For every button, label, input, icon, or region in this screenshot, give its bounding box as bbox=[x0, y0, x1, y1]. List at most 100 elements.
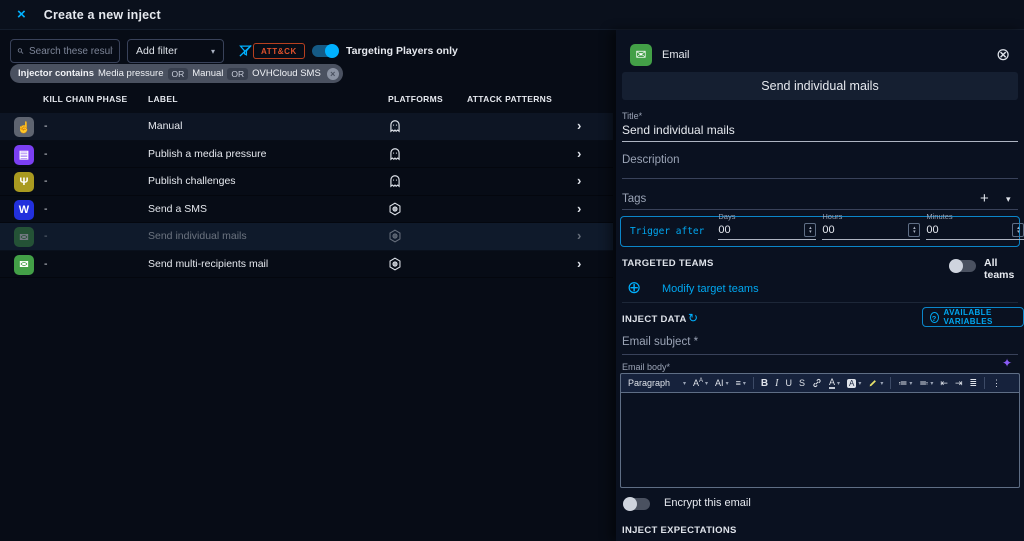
minutes-stepper[interactable]: ▴▾ bbox=[1012, 223, 1024, 237]
title-field-label: Title* bbox=[622, 111, 642, 121]
paragraph-style-select[interactable]: Paragraph▾ bbox=[625, 378, 689, 388]
search-icon bbox=[17, 45, 24, 57]
close-drawer-icon[interactable]: ⊗ bbox=[996, 45, 1010, 65]
ovhcloud-sms-injector-icon: W bbox=[14, 200, 34, 220]
minutes-input[interactable] bbox=[926, 224, 1012, 236]
hours-stepper[interactable]: ▴▾ bbox=[908, 223, 920, 237]
row-label: Send a SMS bbox=[148, 203, 207, 215]
table-row-send-sms[interactable]: W - Send a SMS › bbox=[0, 196, 613, 224]
filter-toolbar: Add filter ▾ ATT&CK Targeting Players on… bbox=[0, 30, 616, 64]
add-team-icon[interactable]: ⊕ bbox=[627, 278, 641, 298]
section-divider bbox=[622, 302, 1018, 303]
open-row-chevron-icon[interactable]: › bbox=[577, 201, 581, 216]
manual-injector-icon: ☝ bbox=[14, 117, 34, 137]
email-injector-icon: ✉ bbox=[14, 255, 34, 275]
blockquote-button[interactable]: ≣ bbox=[966, 378, 980, 389]
row-label: Send individual mails bbox=[148, 230, 247, 242]
chip-field: Injector contains bbox=[18, 68, 94, 79]
bold-button[interactable]: B bbox=[758, 378, 771, 389]
column-label[interactable]: LABEL bbox=[148, 94, 178, 104]
font-family-button[interactable]: AI▾ bbox=[712, 378, 732, 388]
table-row-send-multi-recipients-mail[interactable]: ✉ - Send multi-recipients mail › bbox=[0, 251, 613, 279]
dialog-header: × Create a new inject bbox=[0, 0, 1024, 30]
close-dialog-icon[interactable]: × bbox=[17, 6, 26, 23]
open-row-chevron-icon[interactable]: › bbox=[577, 173, 581, 188]
underline-button[interactable]: U bbox=[782, 378, 795, 388]
table-row-media-pressure[interactable]: ▤ - Publish a media pressure › bbox=[0, 141, 613, 169]
open-row-chevron-icon[interactable]: › bbox=[577, 256, 581, 271]
numbered-list-button[interactable]: ≕▾ bbox=[916, 378, 936, 389]
all-teams-label: All teams bbox=[984, 257, 1024, 281]
remove-filter-icon[interactable]: × bbox=[327, 68, 339, 80]
inject-data-heading: INJECT DATA bbox=[622, 314, 687, 325]
chevron-down-icon: ▾ bbox=[211, 47, 215, 56]
open-row-chevron-icon[interactable]: › bbox=[577, 228, 581, 243]
outdent-button[interactable]: ⇤ bbox=[937, 378, 951, 389]
link-button[interactable] bbox=[809, 378, 825, 388]
chip-value: Manual bbox=[192, 68, 223, 79]
row-label: Publish challenges bbox=[148, 175, 236, 187]
description-input[interactable] bbox=[622, 178, 1018, 179]
filter-chip[interactable]: Injector contains Media pressure OR Manu… bbox=[10, 64, 343, 83]
search-input[interactable] bbox=[29, 46, 113, 57]
tags-dropdown-icon[interactable]: ▾ bbox=[1006, 194, 1011, 205]
table-row-challenges[interactable]: Ψ - Publish challenges › bbox=[0, 168, 613, 196]
internet-platform-icon bbox=[388, 202, 402, 216]
row-label: Manual bbox=[148, 120, 182, 132]
column-platforms[interactable]: PLATFORMS bbox=[388, 94, 443, 104]
richtext-toolbar: Paragraph▾ AA▾ AI▾ ≡▾ B I U S A▾ A▾ ▾ ≔▾… bbox=[620, 373, 1020, 392]
unknown-platform-icon bbox=[388, 147, 402, 161]
trigger-after-group: Trigger after Days ▴▾ Hours ▴▾ Minutes bbox=[620, 216, 1020, 247]
open-row-chevron-icon[interactable]: › bbox=[577, 146, 581, 161]
ai-assistant-icon[interactable]: ✦ bbox=[1002, 356, 1012, 370]
email-body-editor[interactable] bbox=[620, 392, 1020, 488]
unknown-platform-icon bbox=[388, 174, 402, 188]
contract-banner: Send individual mails bbox=[622, 72, 1018, 100]
font-size-button[interactable]: AA▾ bbox=[690, 378, 711, 388]
table-header: KILL CHAIN PHASE LABEL PLATFORMS ATTACK … bbox=[0, 94, 616, 110]
hours-input[interactable] bbox=[822, 224, 908, 236]
trigger-after-label: Trigger after bbox=[630, 226, 704, 237]
more-options-icon[interactable]: ⋮ bbox=[989, 378, 1004, 389]
clear-filters-icon[interactable] bbox=[238, 43, 253, 58]
column-kill-chain-phase[interactable]: KILL CHAIN PHASE bbox=[43, 94, 127, 104]
available-variables-button[interactable]: ? AVAILABLE VARIABLES bbox=[922, 307, 1024, 327]
add-filter-select[interactable]: Add filter ▾ bbox=[127, 39, 224, 63]
targeting-players-toggle[interactable] bbox=[312, 45, 338, 57]
inject-contract-list: ☝ - Manual › ▤ - Publish a media pressur… bbox=[0, 113, 616, 278]
indent-button[interactable]: ⇥ bbox=[952, 378, 966, 389]
bullet-list-button[interactable]: ≔▾ bbox=[895, 378, 915, 389]
all-teams-toggle[interactable] bbox=[950, 260, 976, 272]
open-row-chevron-icon[interactable]: › bbox=[577, 118, 581, 133]
email-injector-icon: ✉ bbox=[14, 227, 34, 247]
tags-field-label: Tags bbox=[622, 193, 646, 205]
table-row-send-individual-mails[interactable]: ✉ - Send individual mails › bbox=[0, 223, 613, 251]
add-tag-icon[interactable]: + bbox=[980, 190, 989, 207]
column-attack-patterns[interactable]: ATTACK PATTERNS bbox=[467, 94, 552, 104]
title-input[interactable] bbox=[622, 121, 1018, 142]
description-field-label: Description bbox=[622, 154, 680, 166]
table-row-manual[interactable]: ☝ - Manual › bbox=[0, 113, 613, 141]
modify-target-teams-link[interactable]: Modify target teams bbox=[662, 283, 759, 295]
italic-button[interactable]: I bbox=[772, 378, 781, 389]
email-injector-icon: ✉ bbox=[630, 44, 652, 66]
email-body-label: Email body* bbox=[622, 362, 670, 372]
encrypt-email-toggle[interactable] bbox=[624, 498, 650, 510]
days-input[interactable] bbox=[718, 224, 804, 236]
attack-filter-button[interactable]: ATT&CK bbox=[253, 43, 305, 59]
highlight-button[interactable]: ▾ bbox=[865, 378, 886, 388]
font-color-button[interactable]: A▾ bbox=[826, 378, 843, 389]
strikethrough-button[interactable]: S bbox=[796, 378, 808, 388]
email-subject-input[interactable] bbox=[622, 354, 1018, 355]
inject-expectations-heading: INJECT EXPECTATIONS bbox=[622, 525, 737, 536]
search-box[interactable] bbox=[10, 39, 120, 63]
days-stepper[interactable]: ▴▾ bbox=[804, 223, 816, 237]
challenge-injector-icon: Ψ bbox=[14, 172, 34, 192]
dialog-title: Create a new inject bbox=[44, 8, 161, 22]
tags-input[interactable] bbox=[622, 209, 1018, 210]
media-pressure-injector-icon: ▤ bbox=[14, 145, 34, 165]
reset-inject-data-icon[interactable]: ↻ bbox=[688, 311, 698, 325]
encrypt-email-label: Encrypt this email bbox=[664, 497, 751, 509]
background-color-button[interactable]: A▾ bbox=[844, 379, 864, 388]
alignment-button[interactable]: ≡▾ bbox=[733, 378, 749, 388]
